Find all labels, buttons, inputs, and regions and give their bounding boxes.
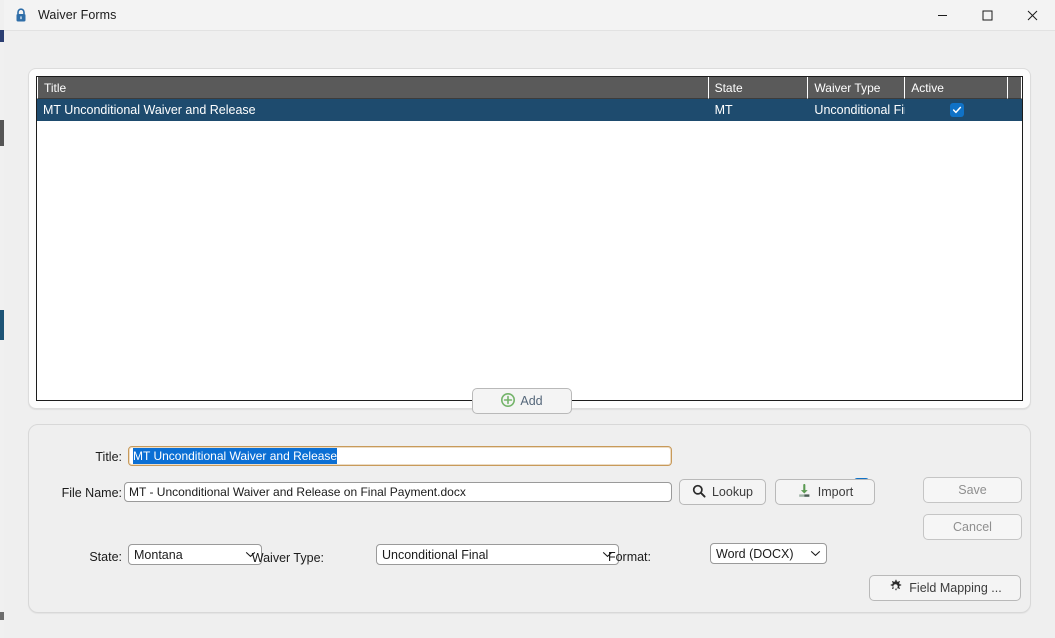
column-header-active[interactable]: Active (905, 77, 1008, 99)
waiver-forms-list-panel: Title State Waiver Type Active MT Uncond… (28, 68, 1031, 409)
gear-icon (888, 579, 903, 597)
waiver-forms-grid[interactable]: Title State Waiver Type Active MT Uncond… (36, 76, 1023, 401)
format-dropdown-value: Word (DOCX) (716, 546, 794, 561)
table-row[interactable]: MT Unconditional Waiver and Release MT U… (37, 99, 1022, 121)
title-field-label: Title: (95, 450, 122, 464)
file-name-field-label: File Name: (61, 486, 122, 500)
column-header-spacer (1008, 77, 1022, 99)
format-dropdown[interactable]: Word (DOCX) (710, 543, 827, 564)
lookup-button-label: Lookup (711, 485, 753, 499)
lock-icon (13, 7, 29, 23)
waiver-type-dropdown-value: Unconditional Final (382, 547, 489, 562)
cell-waiver-type: Unconditional Final (814, 103, 905, 117)
waiver-type-dropdown[interactable]: Unconditional Final (376, 544, 619, 565)
download-icon (797, 483, 812, 501)
minimize-button[interactable] (920, 0, 965, 31)
file-name-input[interactable]: MT - Unconditional Waiver and Release on… (124, 482, 672, 502)
cancel-button[interactable]: Cancel (923, 514, 1022, 540)
column-header-state[interactable]: State (708, 77, 809, 99)
save-button[interactable]: Save (923, 477, 1022, 503)
chevron-down-icon (810, 550, 821, 557)
format-field-label: Format: (607, 550, 651, 564)
field-mapping-button-label: Field Mapping ... (909, 581, 1002, 595)
window-body: Title State Waiver Type Active MT Uncond… (4, 31, 1055, 638)
close-button[interactable] (1010, 0, 1055, 31)
add-button-label: Add (520, 394, 543, 408)
cell-active (905, 99, 1008, 121)
column-header-title[interactable]: Title (37, 77, 709, 99)
cell-title: MT Unconditional Waiver and Release (43, 103, 256, 117)
grid-header-row: Title State Waiver Type Active (37, 77, 1022, 99)
add-button[interactable]: Add (472, 388, 572, 414)
window-title: Waiver Forms (38, 8, 117, 22)
column-header-waiver-type[interactable]: Waiver Type (808, 77, 906, 99)
cell-spacer (1008, 99, 1022, 121)
application-window: Waiver Forms Title State Waiver Type Act… (0, 0, 1055, 638)
field-mapping-button[interactable]: Field Mapping ... (869, 575, 1021, 601)
title-input[interactable]: MT Unconditional Waiver and Release (128, 446, 672, 466)
lookup-button[interactable]: Lookup (679, 479, 766, 505)
window-controls (920, 0, 1055, 31)
cancel-button-label: Cancel (953, 520, 992, 534)
waiver-type-field-label: Waiver Type: (251, 551, 324, 565)
import-button-label: Import (817, 485, 854, 499)
maximize-button[interactable] (965, 0, 1010, 31)
title-bar: Waiver Forms (4, 0, 1055, 31)
save-button-label: Save (958, 483, 987, 497)
state-field-label: State: (89, 550, 122, 564)
import-button[interactable]: Import (775, 479, 875, 505)
cell-state: MT (714, 103, 733, 117)
checkbox-checked-icon[interactable] (949, 103, 964, 117)
search-icon (692, 484, 706, 501)
title-input-value: MT Unconditional Waiver and Release (133, 448, 338, 464)
plus-circle-icon (501, 392, 516, 410)
